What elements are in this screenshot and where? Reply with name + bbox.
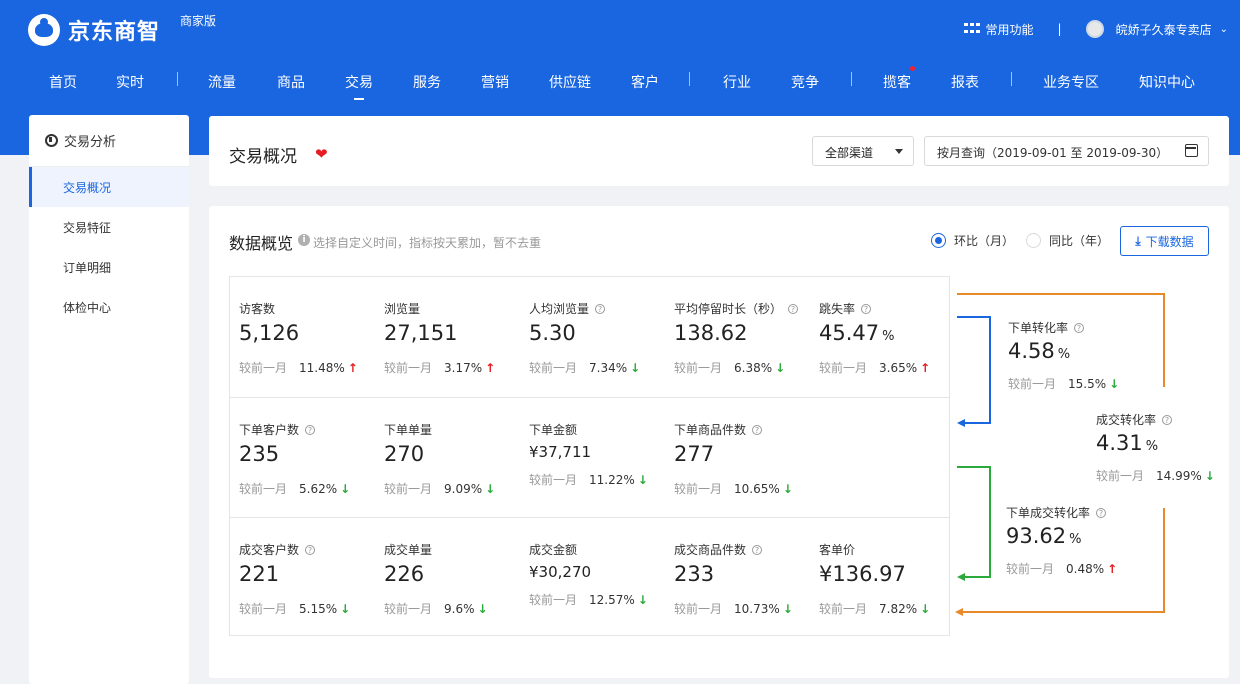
compare-label: 较前一月 — [1008, 377, 1057, 391]
arrow-down-icon: ↓ — [1109, 377, 1120, 391]
nav-item-trade[interactable]: 交易 — [345, 72, 373, 100]
flow-line-blue — [957, 316, 991, 424]
compare-label: 较前一月 — [1096, 469, 1145, 483]
nav-divider — [1011, 72, 1012, 86]
jd-logo-icon — [28, 14, 60, 46]
brand-name: 京东商智 — [68, 20, 161, 45]
compare-label: 较前一月 — [1006, 562, 1055, 576]
nav-item-customer[interactable]: 客户 — [631, 72, 659, 92]
arrow-left-icon — [955, 608, 963, 616]
arrow-up-icon: ↑ — [1107, 562, 1118, 576]
date-range-picker[interactable]: 按月查询（2019-09-01 至 2019-09-30） — [924, 136, 1209, 166]
metric-value: 93.62% — [1006, 524, 1081, 548]
arrow-left-icon — [957, 573, 965, 581]
metric-label: 成交转化率? — [1096, 411, 1173, 428]
help-icon[interactable]: ? — [1074, 323, 1085, 333]
flow-line-green — [957, 466, 991, 578]
sidebar-item-order-details[interactable]: 订单明细 — [29, 247, 189, 287]
metric-label: 下单转化率? — [1008, 319, 1085, 336]
metric-value: 4.58% — [1008, 339, 1070, 363]
title-card: 交易概况 ❤ 全部渠道 按月查询（2019-09-01 至 2019-09-30… — [209, 116, 1229, 186]
nav-item-product[interactable]: 商品 — [277, 72, 305, 92]
nav-divider — [177, 72, 178, 86]
channel-select-value: 全部渠道 — [825, 146, 874, 160]
shop-avatar[interactable] — [1085, 20, 1104, 38]
metric-value-text: 93.62 — [1006, 524, 1067, 548]
page-title: 交易概况 — [229, 147, 297, 167]
metric-compare: 较前一月 15.5% ↓ — [1008, 375, 1119, 392]
nav-divider — [689, 72, 690, 86]
sidebar-item-health-check[interactable]: 体检中心 — [29, 287, 189, 327]
metric-value-text: 4.58 — [1008, 339, 1055, 363]
metric-compare: 较前一月 0.48% ↑ — [1006, 560, 1117, 577]
metric-unit: % — [1057, 347, 1071, 362]
metric-label: 下单成交转化率? — [1006, 504, 1107, 521]
notification-dot — [910, 66, 915, 71]
compare-pct: 14.99% — [1156, 469, 1202, 483]
sidebar: 交易分析 交易概况 交易特征 订单明细 体检中心 — [29, 115, 189, 684]
overview-card: 数据概览 i 选择自定义时间，指标按天累加，暂不去重 环比（月） 同比（年） ⤓… — [209, 206, 1229, 678]
calendar-icon — [1185, 144, 1198, 157]
common-functions-link[interactable]: 常用功能 — [986, 21, 1034, 38]
sidebar-header: 交易分析 — [29, 115, 189, 167]
nav-item-business-zone[interactable]: 业务专区 — [1043, 72, 1099, 92]
help-icon[interactable]: ? — [1162, 415, 1173, 425]
edition-label: 商家版 — [180, 14, 217, 28]
metric-compare: 较前一月 14.99% ↓ — [1096, 467, 1215, 484]
shop-name[interactable]: 皖娇子久泰专卖店 — [1116, 21, 1212, 38]
channel-select[interactable]: 全部渠道 — [812, 136, 914, 166]
metric-unit: % — [1069, 532, 1082, 547]
date-range-value: 按月查询（2019-09-01 至 2019-09-30） — [937, 146, 1169, 160]
caret-down-icon — [895, 149, 903, 154]
nav-item-knowledge[interactable]: 知识中心 — [1139, 72, 1195, 92]
conversion-flow-lines — [955, 293, 1165, 616]
heart-icon[interactable]: ❤ — [315, 145, 328, 163]
metric-label-text: 下单转化率 — [1008, 321, 1069, 335]
grid-menu-icon — [963, 22, 980, 36]
header-divider: | — [1057, 22, 1062, 36]
arrow-down-icon: ↓ — [1204, 469, 1215, 483]
nav-item-traffic[interactable]: 流量 — [208, 72, 236, 92]
metric-value: 4.31% — [1096, 431, 1158, 455]
metric-unit: % — [1145, 439, 1159, 454]
nav-item-service[interactable]: 服务 — [413, 72, 441, 92]
trade-analysis-icon — [45, 134, 58, 147]
help-icon[interactable]: ? — [1096, 508, 1107, 518]
nav-divider — [851, 72, 852, 86]
sidebar-title: 交易分析 — [64, 135, 117, 150]
nav-item-marketing[interactable]: 营销 — [481, 72, 509, 92]
nav-item-realtime[interactable]: 实时 — [116, 72, 144, 92]
nav-item-lanke[interactable]: 揽客 — [883, 72, 911, 92]
brand-logo[interactable]: 京东商智 — [28, 14, 160, 46]
compare-pct: 0.48% — [1066, 562, 1105, 576]
arrow-left-icon — [957, 419, 965, 427]
compare-pct: 15.5% — [1068, 377, 1107, 391]
nav-item-industry[interactable]: 行业 — [723, 72, 751, 92]
chevron-down-icon[interactable]: ⌄ — [1220, 24, 1228, 35]
metric-value-text: 4.31 — [1096, 431, 1143, 455]
metric-label-text: 成交转化率 — [1096, 413, 1157, 427]
nav-item-reports[interactable]: 报表 — [951, 72, 979, 92]
header-actions: 常用功能 | 皖娇子久泰专卖店 ⌄ — [963, 20, 1228, 38]
sidebar-item-trade-features[interactable]: 交易特征 — [29, 207, 189, 247]
nav-item-competition[interactable]: 竞争 — [791, 72, 819, 92]
sidebar-item-trade-overview[interactable]: 交易概况 — [29, 167, 189, 207]
nav-item-supply-chain[interactable]: 供应链 — [549, 72, 591, 92]
nav-item-home[interactable]: 首页 — [49, 72, 77, 92]
metric-label-text: 下单成交转化率 — [1006, 506, 1091, 520]
